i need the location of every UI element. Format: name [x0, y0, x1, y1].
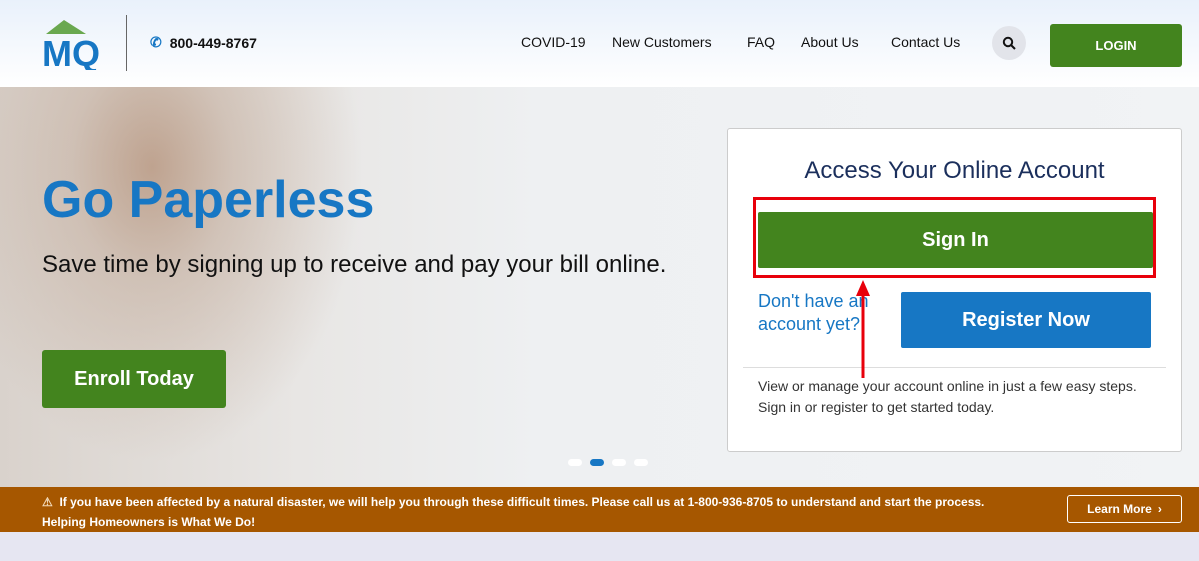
nav-contact-us[interactable]: Contact Us	[891, 34, 960, 50]
disaster-alert-banner: ⚠ If you have been affected by a natural…	[0, 487, 1199, 532]
learn-more-button[interactable]: Learn More ›	[1067, 495, 1182, 523]
hero-image	[0, 87, 380, 487]
nav-covid[interactable]: COVID-19	[521, 34, 586, 50]
arrow-annotation-icon	[856, 280, 870, 378]
enroll-today-button[interactable]: Enroll Today	[42, 350, 226, 408]
no-account-link[interactable]: Don't have an account yet?	[758, 290, 898, 336]
hero-subtitle: Save time by signing up to receive and p…	[42, 251, 667, 278]
account-card: Access Your Online Account Sign In Don't…	[727, 128, 1182, 452]
register-now-button[interactable]: Register Now	[901, 292, 1151, 348]
carousel-dot-4[interactable]	[634, 459, 648, 466]
search-button[interactable]	[992, 26, 1026, 60]
nav-faq[interactable]: FAQ	[747, 34, 775, 50]
warning-icon: ⚠	[42, 495, 53, 509]
divider	[126, 15, 127, 71]
alert-text-wrap: ⚠ If you have been affected by a natural…	[42, 492, 1022, 532]
chevron-right-icon: ›	[1157, 502, 1162, 516]
svg-text:MQ: MQ	[42, 33, 100, 70]
nav-about-us[interactable]: About Us	[801, 34, 859, 50]
learn-more-label: Learn More	[1087, 502, 1152, 516]
carousel-dot-3[interactable]	[612, 459, 626, 466]
alert-text: If you have been affected by a natural d…	[42, 495, 985, 529]
hero-title: Go Paperless	[42, 171, 375, 229]
nav-new-customers[interactable]: New Customers	[612, 34, 712, 50]
login-button[interactable]: LOGIN	[1050, 24, 1182, 67]
divider	[743, 367, 1166, 368]
highlight-box	[753, 197, 1156, 278]
carousel-dots	[568, 459, 648, 466]
mq-logo[interactable]: MQ	[42, 20, 106, 70]
phone-link[interactable]: ✆ 800-449-8767	[150, 34, 257, 51]
carousel-dot-1[interactable]	[568, 459, 582, 466]
phone-number: 800-449-8767	[169, 34, 257, 51]
account-description: View or manage your account online in ju…	[758, 378, 1137, 415]
account-title: Access Your Online Account	[804, 157, 1105, 184]
phone-icon: ✆	[150, 34, 162, 50]
carousel-dot-2[interactable]	[590, 459, 604, 466]
site-header: MQ ✆ 800-449-8767 COVID-19 New Customers …	[0, 0, 1199, 87]
search-icon	[1002, 36, 1016, 50]
